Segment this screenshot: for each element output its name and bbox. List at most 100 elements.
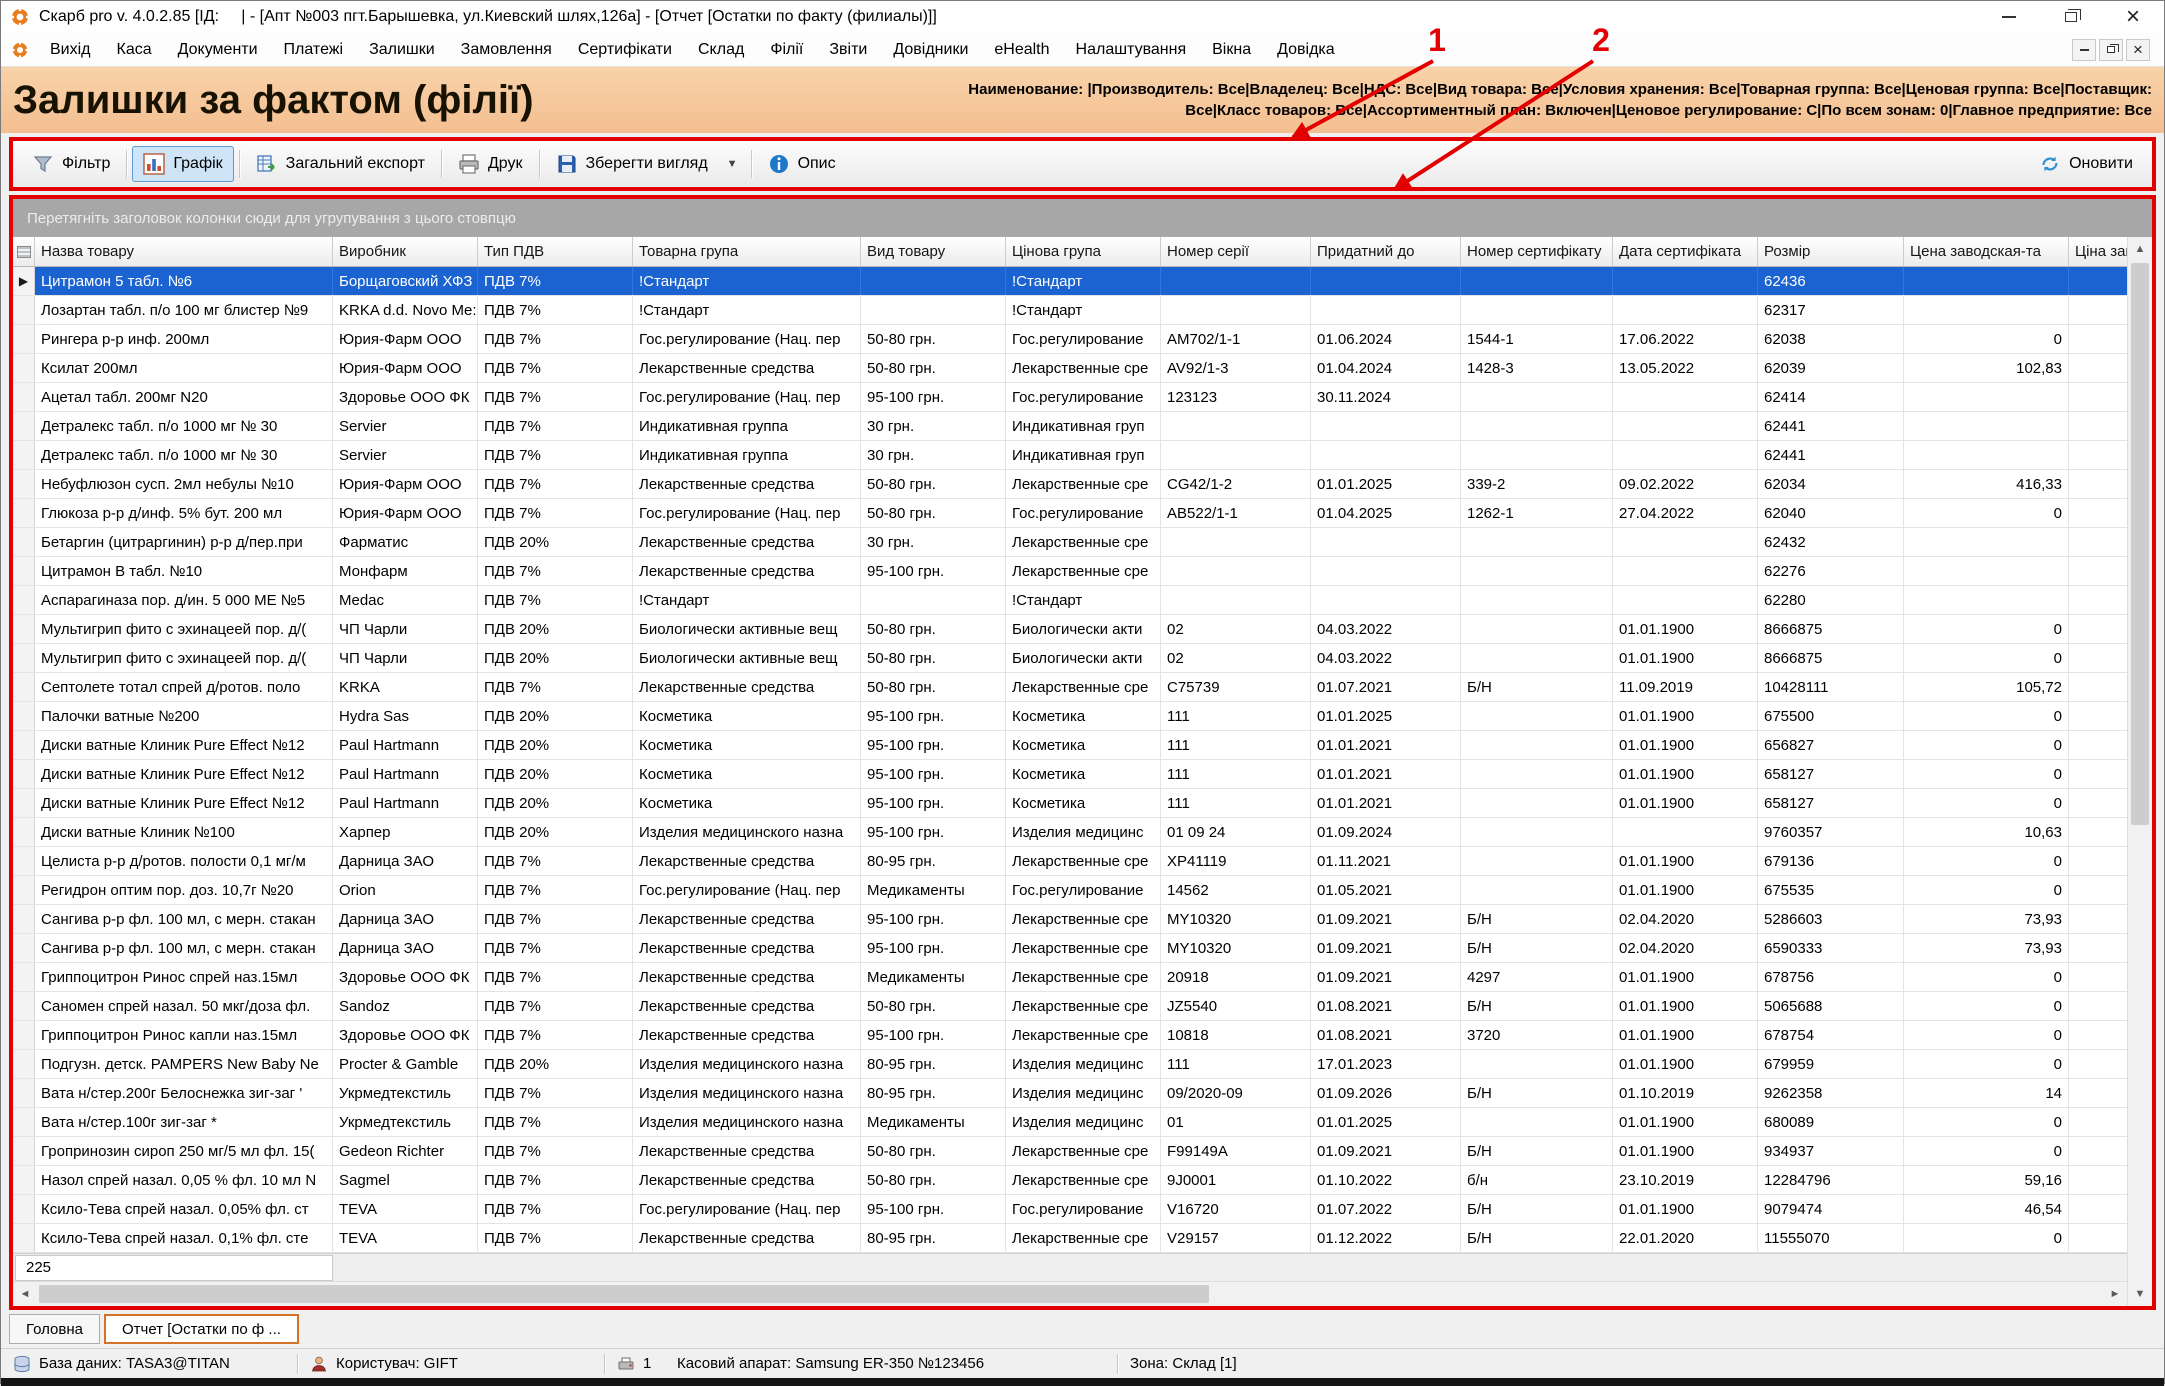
menu-item-windows[interactable]: Вікна: [1199, 33, 1264, 66]
print-button[interactable]: Друк: [447, 146, 534, 182]
scroll-down-arrow[interactable]: ▼: [2128, 1282, 2152, 1306]
menu-item-payments[interactable]: Платежі: [271, 33, 357, 66]
menu-item-reports[interactable]: Звіти: [816, 33, 880, 66]
menu-item-cash[interactable]: Каса: [104, 33, 165, 66]
table-row[interactable]: Гропринозин сироп 250 мг/5 мл фл. 15(Ged…: [13, 1137, 2127, 1166]
menu-item-orders[interactable]: Замовлення: [448, 33, 565, 66]
vertical-scroll-track[interactable]: [2128, 261, 2152, 1282]
table-cell: 339-2: [1461, 470, 1613, 498]
menu-item-exit[interactable]: Вихід: [37, 33, 104, 66]
table-cell: ПДВ 7%: [478, 296, 633, 324]
table-row[interactable]: Мультигрип фито с эхинацеей пор. д/(ЧП Ч…: [13, 644, 2127, 673]
table-row[interactable]: Палочки ватные №200Hydra SasПДВ 20%Косме…: [13, 702, 2127, 731]
table-row[interactable]: Мультигрип фито с эхинацеей пор. д/(ЧП Ч…: [13, 615, 2127, 644]
menu-item-stocks[interactable]: Залишки: [356, 33, 448, 66]
table-row[interactable]: Регидрон оптим пор. доз. 10,7г №20OrionП…: [13, 876, 2127, 905]
table-row[interactable]: Диски ватные Клиник Pure Effect №12Paul …: [13, 760, 2127, 789]
table-row[interactable]: Небуфлюзон сусп. 2мл небулы №10Юрия-Фарм…: [13, 470, 2127, 499]
column-header-vat-type[interactable]: Тип ПДВ: [478, 237, 633, 266]
export-button[interactable]: Загальний експорт: [245, 146, 436, 182]
menu-item-directories[interactable]: Довідники: [880, 33, 981, 66]
tab-home[interactable]: Головна: [9, 1314, 100, 1344]
table-row[interactable]: Аспарагиназа пор. д/ин. 5 000 МЕ №5Medac…: [13, 586, 2127, 615]
table-cell: Вата н/стер.200г Белоснежка зиг-заг ': [35, 1079, 333, 1107]
group-by-panel[interactable]: Перетягніть заголовок колонки сюди для у…: [13, 199, 2152, 237]
table-cell: 62432: [1758, 528, 1904, 556]
column-header-certificate-number[interactable]: Номер сертифікату: [1461, 237, 1613, 266]
table-row[interactable]: Бетаргин (цитраргинин) р-р д/пер.приФарм…: [13, 528, 2127, 557]
row-indicator: [13, 412, 35, 440]
table-row[interactable]: Подгузн. детск. PAMPERS New Baby NeProct…: [13, 1050, 2127, 1079]
menu-item-warehouse[interactable]: Склад: [685, 33, 757, 66]
table-cell: 95-100 грн.: [861, 760, 1006, 788]
restore-button[interactable]: [2040, 1, 2102, 33]
menu-item-settings[interactable]: Налаштування: [1063, 33, 1200, 66]
column-header-manufacturer[interactable]: Виробник: [333, 237, 478, 266]
table-row[interactable]: Ацетал табл. 200мг N20Здоровье ООО ФКПДВ…: [13, 383, 2127, 412]
table-row[interactable]: Септолете тотал спрей д/ротов. полоKRKAП…: [13, 673, 2127, 702]
table-row[interactable]: Сангива р-р фл. 100 мл, с мерн. стаканДа…: [13, 905, 2127, 934]
table-cell: 95-100 грн.: [861, 731, 1006, 759]
vertical-scroll-thumb[interactable]: [2131, 263, 2149, 825]
column-header-expiry-date[interactable]: Придатний до: [1311, 237, 1461, 266]
table-row[interactable]: Вата н/стер.100г зиг-заг *Укрмедтекстиль…: [13, 1108, 2127, 1137]
table-row[interactable]: Ксило-Тева спрей назал. 0,1% фл. стеTEVA…: [13, 1224, 2127, 1253]
menu-item-certificates[interactable]: Сертифікати: [565, 33, 685, 66]
menu-item-ehealth[interactable]: eHealth: [981, 33, 1062, 66]
menu-item-documents[interactable]: Документи: [165, 33, 271, 66]
table-row[interactable]: Лозартан табл. п/о 100 мг блистер №9KRKA…: [13, 296, 2127, 325]
horizontal-scrollbar[interactable]: ◄ ►: [13, 1281, 2127, 1306]
menu-item-help[interactable]: Довідка: [1264, 33, 1348, 66]
table-row[interactable]: Цитрамон В табл. №10МонфармПДВ 7%Лекарст…: [13, 557, 2127, 586]
table-cell: [2069, 470, 2127, 498]
column-header-name[interactable]: Назва товару: [35, 237, 333, 266]
table-row[interactable]: Диски ватные Клиник №100ХарперПДВ 20%Изд…: [13, 818, 2127, 847]
minimize-button[interactable]: [1978, 1, 2040, 33]
refresh-button[interactable]: Оновити: [2028, 146, 2144, 182]
table-row[interactable]: Ксилат 200млЮрия-Фарм ОООПДВ 7%Лекарстве…: [13, 354, 2127, 383]
save-view-dropdown-button[interactable]: ▼: [719, 141, 746, 187]
column-header-goods-kind[interactable]: Вид товару: [861, 237, 1006, 266]
menu-item-branches[interactable]: Філії: [757, 33, 816, 66]
mdi-minimize-button[interactable]: [2072, 39, 2096, 61]
scroll-right-arrow[interactable]: ►: [2103, 1282, 2127, 1306]
table-row[interactable]: Гриппоцитрон Ринос капли наз.15млЗдоровь…: [13, 1021, 2127, 1050]
description-button[interactable]: Опис: [757, 146, 847, 182]
save-view-button[interactable]: Зберегти вигляд: [545, 146, 719, 182]
mdi-restore-button[interactable]: [2099, 39, 2123, 61]
table-row[interactable]: ▶Цитрамон 5 табл. №6Борщаговский ХФЗПДВ …: [13, 267, 2127, 296]
table-cell: Септолете тотал спрей д/ротов. поло: [35, 673, 333, 701]
scroll-up-arrow[interactable]: ▲: [2128, 237, 2152, 261]
chart-button[interactable]: Графік: [132, 146, 233, 182]
table-row[interactable]: Саномен спрей назал. 50 мкг/доза фл.Sand…: [13, 992, 2127, 1021]
filter-button[interactable]: Фільтр: [21, 146, 121, 182]
table-row[interactable]: Рингера р-р инф. 200млЮрия-Фарм ОООПДВ 7…: [13, 325, 2127, 354]
table-cell: 30 грн.: [861, 441, 1006, 469]
vertical-scrollbar[interactable]: ▲ ▼: [2127, 237, 2152, 1306]
table-row[interactable]: Ксило-Тева спрей назал. 0,05% фл. стTEVA…: [13, 1195, 2127, 1224]
table-row[interactable]: Гриппоцитрон Ринос спрей наз.15млЗдоровь…: [13, 963, 2127, 992]
table-row[interactable]: Глюкоза р-р д/инф. 5% бут. 200 млЮрия-Фа…: [13, 499, 2127, 528]
column-header-price-group[interactable]: Цінова група: [1006, 237, 1161, 266]
table-row[interactable]: Сангива р-р фл. 100 мл, с мерн. стаканДа…: [13, 934, 2127, 963]
column-header-factory-price[interactable]: Цена заводская-та: [1904, 237, 2069, 266]
table-row[interactable]: Назол спрей назал. 0,05 % фл. 10 мл NSag…: [13, 1166, 2127, 1195]
table-cell: Дарница ЗАО: [333, 934, 478, 962]
table-row[interactable]: Детралекс табл. п/о 1000 мг № 30ServierП…: [13, 412, 2127, 441]
horizontal-scroll-thumb[interactable]: [39, 1285, 1209, 1303]
close-button[interactable]: ×: [2102, 1, 2164, 33]
table-row[interactable]: Вата н/стер.200г Белоснежка зиг-заг 'Укр…: [13, 1079, 2127, 1108]
scroll-left-arrow[interactable]: ◄: [13, 1282, 37, 1306]
tab-report[interactable]: Отчет [Остатки по ф ...: [104, 1314, 299, 1344]
table-row[interactable]: Диски ватные Клиник Pure Effect №12Paul …: [13, 789, 2127, 818]
column-header-certificate-date[interactable]: Дата сертифіката: [1613, 237, 1758, 266]
table-row[interactable]: Детралекс табл. п/о 1000 мг № 30ServierП…: [13, 441, 2127, 470]
column-header-size[interactable]: Розмір: [1758, 237, 1904, 266]
table-row[interactable]: Целиста р-р д/ротов. полости 0,1 мг/мДар…: [13, 847, 2127, 876]
mdi-close-button[interactable]: ×: [2126, 39, 2150, 61]
table-cell: 01.09.2021: [1311, 963, 1461, 991]
column-header-product-group[interactable]: Товарна група: [633, 237, 861, 266]
column-header-purchase-price[interactable]: Ціна зак: [2069, 237, 2127, 266]
table-row[interactable]: Диски ватные Клиник Pure Effect №12Paul …: [13, 731, 2127, 760]
column-header-series-number[interactable]: Номер серії: [1161, 237, 1311, 266]
